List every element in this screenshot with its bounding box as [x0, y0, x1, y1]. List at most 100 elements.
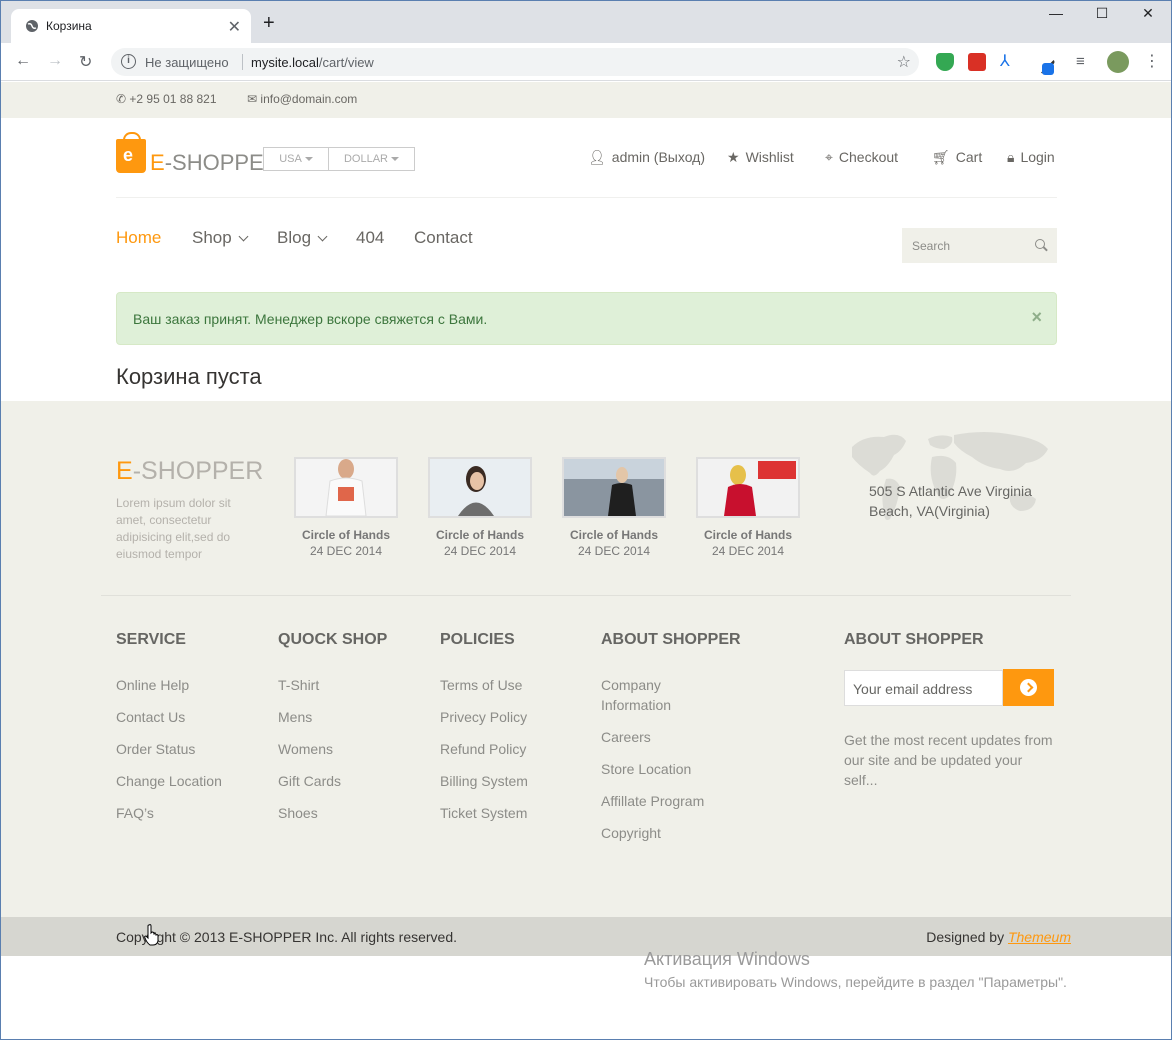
browser-tab[interactable]: Корзина ✕	[11, 9, 251, 43]
account-link[interactable]: 👤︎ admin (Выход)	[588, 149, 705, 166]
browser-menu-icon[interactable]: ⋮	[1143, 53, 1161, 71]
nav-blog[interactable]: Blog	[277, 228, 328, 248]
nav-contact[interactable]: Contact	[414, 228, 473, 248]
checkout-label: Checkout	[838, 149, 899, 165]
video-item[interactable]: Circle of Hands 24 DEC 2014	[294, 457, 398, 558]
login-link[interactable]: 🔒︎ Login	[1007, 149, 1055, 166]
header-divider	[116, 197, 1057, 198]
footer-link[interactable]: Mens	[278, 707, 387, 727]
video-thumbnail[interactable]	[428, 457, 532, 518]
bookmark-star-icon[interactable]: ☆	[897, 52, 911, 72]
reload-icon[interactable]: ↻	[79, 52, 92, 72]
footer-link[interactable]: Gift Cards	[278, 771, 387, 791]
video-thumbnail[interactable]	[294, 457, 398, 518]
footer-link[interactable]: Change Location	[116, 771, 222, 791]
maximize-icon[interactable]: ☐	[1079, 5, 1125, 22]
video-caption: Circle of Hands	[435, 528, 525, 542]
footer-link[interactable]: Online Help	[116, 675, 222, 695]
video-extension-icon[interactable]	[968, 53, 986, 71]
tab-close-icon[interactable]: ✕	[228, 17, 241, 37]
nav-shop[interactable]: Shop	[192, 228, 249, 248]
color-swatch-icon	[1042, 63, 1054, 75]
cart-link[interactable]: 🛒︎ Cart	[932, 149, 982, 166]
footer-link[interactable]: Ticket System	[440, 803, 528, 823]
footer-link[interactable]: Careers	[601, 727, 711, 747]
footer-column-quick-shop: QUOCK SHOP T-Shirt Mens Womens Gift Card…	[278, 631, 387, 835]
phone-number: +2 95 01 88 821	[129, 92, 217, 106]
cart-empty-title: Корзина пуста	[116, 364, 262, 389]
wishlist-link[interactable]: ★ Wishlist	[727, 149, 794, 166]
email-placeholder: Your email address	[853, 681, 973, 697]
alert-close-icon[interactable]: ×	[1031, 307, 1042, 328]
acrobat-extension-icon[interactable]: ⅄	[1000, 53, 1018, 71]
country-dropdown[interactable]: USA	[263, 147, 329, 171]
forward-icon[interactable]: →	[47, 52, 63, 70]
nav-404[interactable]: 404	[356, 228, 384, 248]
chevron-down-icon	[317, 231, 328, 242]
footer-top: E-SHOPPER Lorem ipsum dolor sit amet, co…	[1, 401, 1171, 917]
shield-extension-icon[interactable]	[936, 53, 954, 71]
video-date: 24 DEC 2014	[577, 544, 651, 558]
video-item[interactable]: Circle of Hands 24 DEC 2014	[696, 457, 800, 558]
video-date: 24 DEC 2014	[443, 544, 517, 558]
footer-logo[interactable]: E-SHOPPER	[116, 457, 263, 486]
video-item[interactable]: Circle of Hands 24 DEC 2014	[562, 457, 666, 558]
windows-activation-watermark: Активация Windows Чтобы активировать Win…	[644, 949, 1067, 990]
video-item[interactable]: Circle of Hands 24 DEC 2014	[428, 457, 532, 558]
phone-contact: ✆ +2 95 01 88 821	[116, 92, 217, 106]
footer-link[interactable]: Contact Us	[116, 707, 222, 727]
footer-link[interactable]: Shoes	[278, 803, 387, 823]
subscribe-button[interactable]	[1003, 669, 1054, 706]
account-label: admin (Выход)	[611, 149, 706, 165]
video-thumbnail[interactable]	[562, 457, 666, 518]
footer-link[interactable]: FAQ’s	[116, 803, 222, 823]
new-tab-icon[interactable]: +	[263, 13, 275, 33]
url-text[interactable]: mysite.local/cart/view	[251, 55, 374, 70]
back-icon[interactable]: ←	[15, 52, 31, 70]
footer-link[interactable]: Terms of Use	[440, 675, 528, 695]
email-address: info@domain.com	[260, 92, 358, 106]
designer-link[interactable]: Themeum	[1008, 929, 1071, 945]
currency-dropdown[interactable]: DOLLAR	[328, 147, 415, 171]
media-control-icon[interactable]: ≡	[1076, 53, 1094, 71]
info-icon[interactable]: i	[121, 54, 136, 69]
footer-link[interactable]: Copyright	[601, 823, 711, 843]
profile-avatar[interactable]	[1107, 51, 1129, 73]
video-date: 24 DEC 2014	[711, 544, 785, 558]
search-input[interactable]: Search	[902, 228, 1057, 263]
browser-window: Корзина ✕ + — ☐ ✕ ← → ↻ i Не защищено my…	[0, 0, 1172, 1040]
footer-link[interactable]: Refund Policy	[440, 739, 528, 759]
footer-link[interactable]: Womens	[278, 739, 387, 759]
footer-link[interactable]: Company Information	[601, 675, 711, 715]
logo-text: E-SHOPPER	[150, 150, 280, 175]
alert-message: Ваш заказ принят. Менеджер вскоре свяжет…	[133, 311, 488, 327]
user-icon: 👤︎	[588, 149, 606, 165]
footer-link[interactable]: Order Status	[116, 739, 222, 759]
footer-column-title: ABOUT SHOPPER	[844, 631, 984, 648]
footer-link[interactable]: Privecy Policy	[440, 707, 528, 727]
designed-by: Designed by Themeum	[926, 929, 1071, 945]
footer-link[interactable]: T-Shirt	[278, 675, 387, 695]
checkout-link[interactable]: ⌖ Checkout	[825, 149, 898, 166]
video-thumbnail[interactable]	[696, 457, 800, 518]
video-caption: Circle of Hands	[703, 528, 793, 542]
crosshairs-icon: ⌖	[825, 149, 833, 165]
security-label[interactable]: Не защищено	[145, 55, 229, 70]
footer-link[interactable]: Billing System	[440, 771, 528, 791]
minimize-icon[interactable]: —	[1033, 5, 1079, 21]
nav-shop-label: Shop	[192, 228, 232, 247]
window-close-icon[interactable]: ✕	[1125, 5, 1171, 22]
nav-home[interactable]: Home	[116, 228, 161, 248]
video-date: 24 DEC 2014	[309, 544, 383, 558]
video-caption: Circle of Hands	[301, 528, 391, 542]
subscribe-note: Get the most recent updates from our sit…	[844, 732, 1053, 788]
address-bar[interactable]: i Не защищено mysite.local/cart/view ☆	[111, 48, 919, 76]
email-subscribe-input[interactable]: Your email address	[844, 670, 1003, 706]
url-host: mysite.local	[251, 55, 319, 70]
search-icon[interactable]	[1035, 239, 1045, 249]
footer-link[interactable]: Affillate Program	[601, 791, 711, 811]
wishlist-label: Wishlist	[745, 149, 794, 165]
star-icon: ★	[727, 149, 740, 165]
footer-link[interactable]: Store Location	[601, 759, 711, 779]
footer-column-title: QUOCK SHOP	[278, 631, 388, 648]
